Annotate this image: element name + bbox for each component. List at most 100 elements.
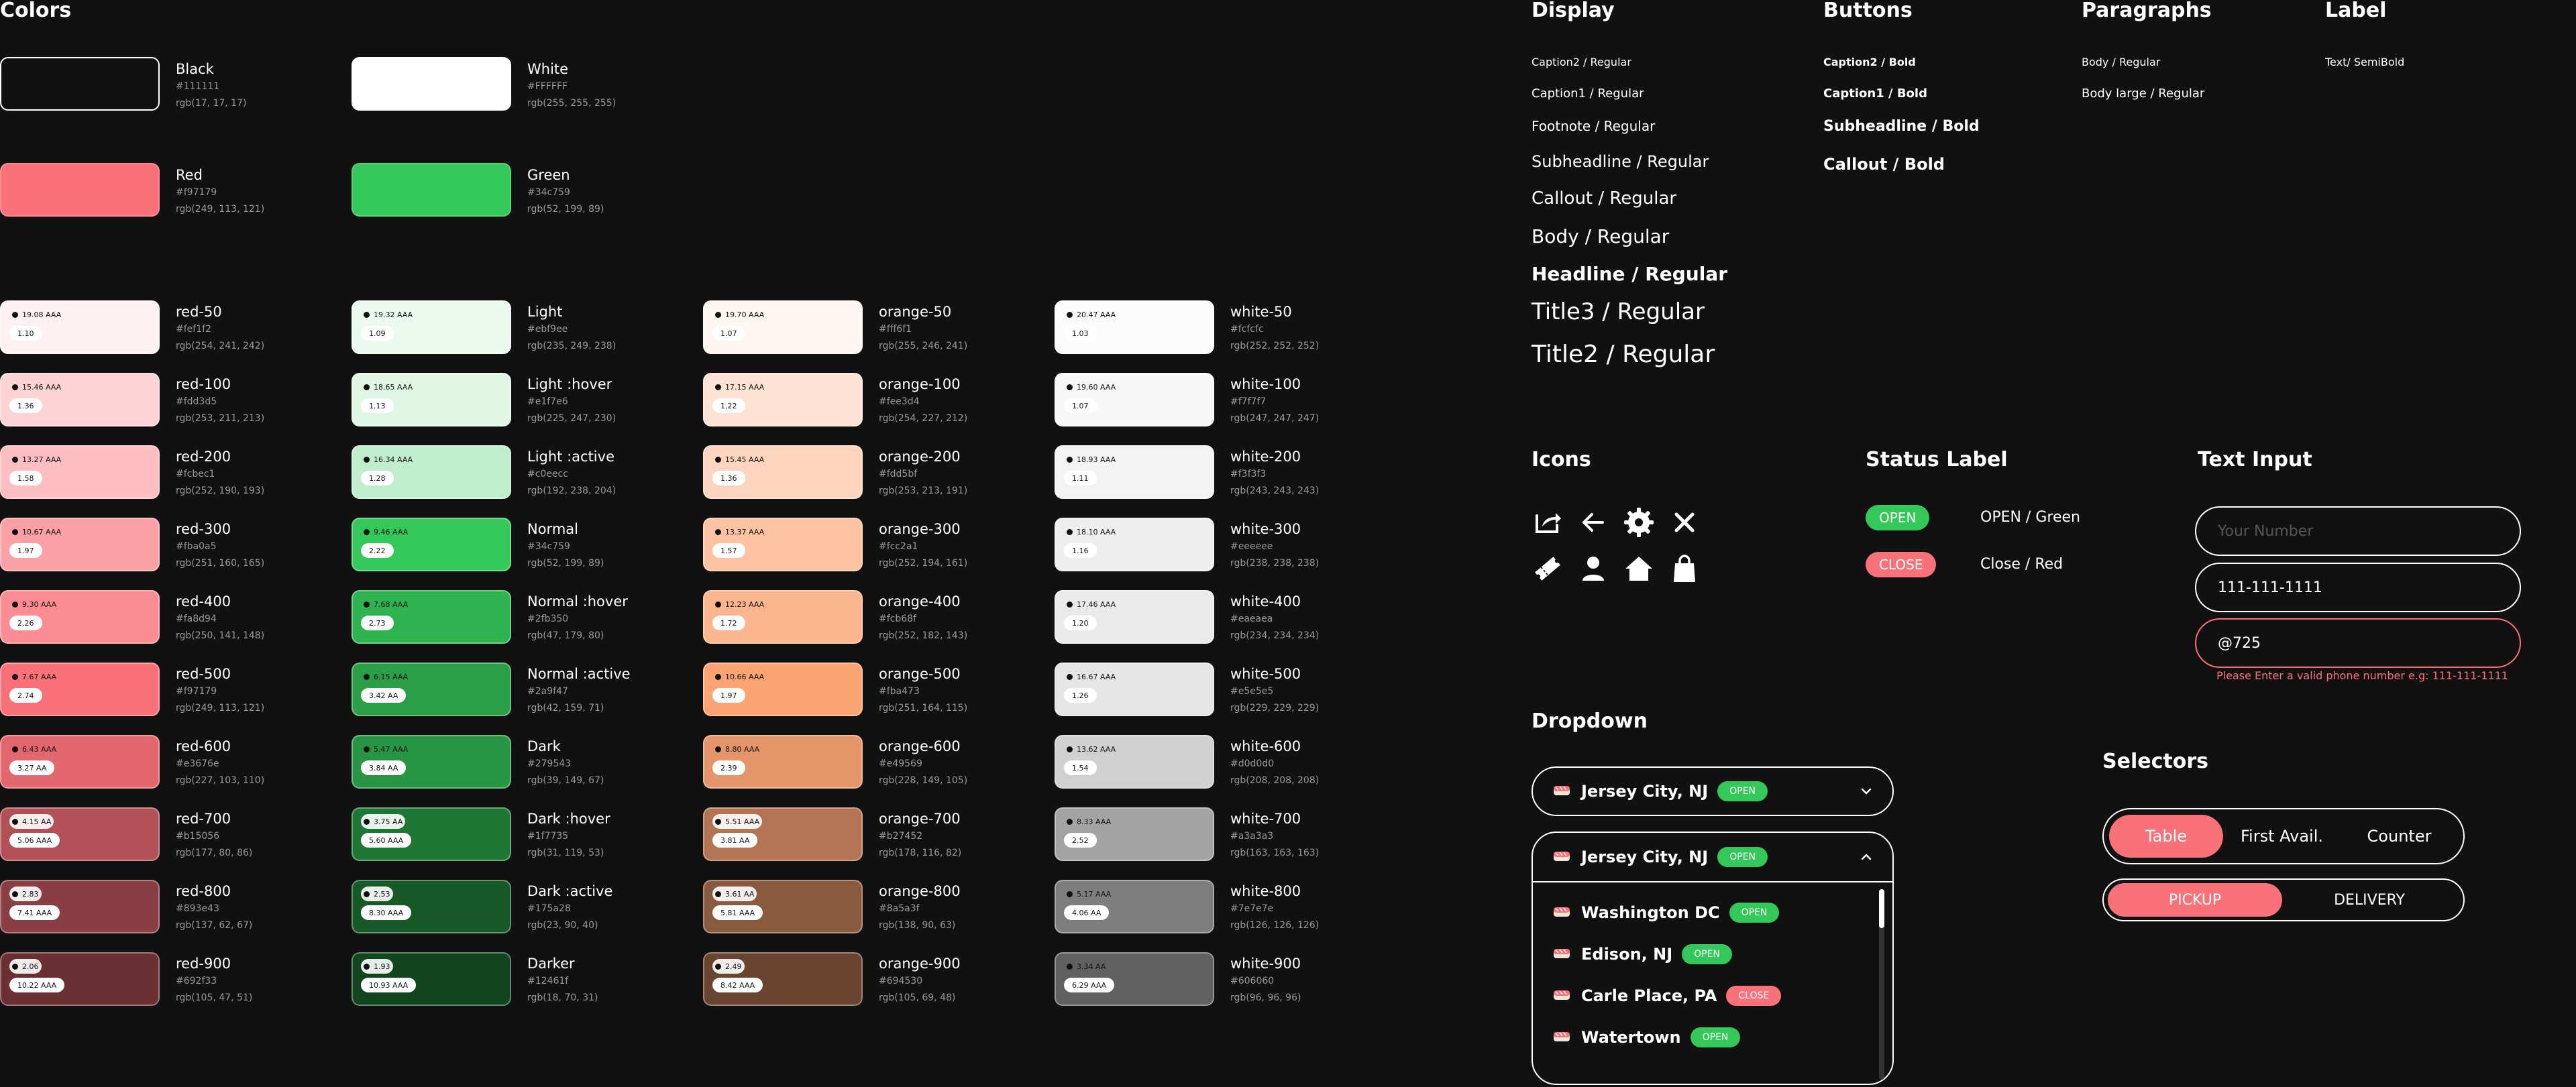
swatch-hex: #fcb68f xyxy=(879,614,916,624)
contrast-value: 1.22 xyxy=(720,401,737,410)
contrast-badges: 3.34 AA 6.29 AAA xyxy=(1064,959,1115,992)
selector-option[interactable]: Table xyxy=(2109,815,2223,858)
dropdown-option[interactable]: Carle Place, PA CLOSE xyxy=(1552,975,1874,1017)
contrast-badge-dark: 1.93 xyxy=(361,959,393,974)
color-chip: 20.47 AAA 1.03 xyxy=(1055,300,1214,354)
contrast-badge-dark: 19.70 AAA xyxy=(712,307,767,322)
contrast-badge-dark: 6.43 AAA xyxy=(9,742,59,756)
contrast-badges: 13.27 AAA 1.58 xyxy=(9,452,64,485)
dropdown-option[interactable]: Watertown OPEN xyxy=(1552,1017,1874,1058)
contrast-badge-dark: 9.46 AAA xyxy=(361,524,411,539)
contrast-value: 10.22 AAA xyxy=(17,980,57,990)
dropdown-option[interactable]: Washington DC OPEN xyxy=(1552,892,1874,933)
palette-label: white-200 #f3f3f3 rgb(243, 243, 243) xyxy=(1230,447,1319,500)
color-chip: 19.08 AAA 1.10 xyxy=(0,300,160,354)
contrast-badges: 5.47 AAA 3.84 AA xyxy=(361,742,411,775)
swatch-name: orange-50 xyxy=(879,304,952,320)
palette-row: 16.34 AAA 1.28 Light :active #c0eecc rgb(192… xyxy=(352,445,700,502)
color-swatch-label: White #FFFFFF rgb(255, 255, 255) xyxy=(527,60,616,112)
contrast-badges: 18.10 AAA 1.16 xyxy=(1064,524,1118,558)
palette-label: red-700 #b15056 rgb(177, 80, 86) xyxy=(176,809,252,862)
color-chip: 6.15 AAA 3.42 AA xyxy=(352,663,511,716)
phone-input-filled[interactable]: 111-111-1111 xyxy=(2195,563,2521,612)
dropdown-scrollbar[interactable] xyxy=(1879,889,1884,1080)
swatch-rgb: rgb(255, 246, 241) xyxy=(879,341,968,351)
dropdown-expanded[interactable]: Jersey City, NJ OPEN Washington DC OPEN Ed… xyxy=(1532,832,1894,1085)
selector-option[interactable]: PICKUP xyxy=(2108,883,2282,917)
contrast-badge-dark: 15.45 AAA xyxy=(712,452,767,467)
status-pill: OPEN xyxy=(1717,847,1768,867)
status-pill: OPEN xyxy=(1682,944,1732,964)
contrast-badges: 16.34 AAA 1.28 xyxy=(361,452,415,485)
contrast-value: 2.26 xyxy=(17,618,34,628)
swatch-hex: #893e43 xyxy=(176,903,219,914)
swatch-rgb: rgb(31, 119, 53) xyxy=(527,848,604,858)
selector-option[interactable]: Counter xyxy=(2341,815,2458,858)
contrast-badge-dark: 9.30 AAA xyxy=(9,597,59,612)
type-sample: Callout / Regular xyxy=(1532,188,1677,209)
swatch-name: white-500 xyxy=(1230,666,1301,682)
swatch-rgb: rgb(17, 17, 17) xyxy=(176,98,247,109)
type-sample: Body / Regular xyxy=(1532,225,1670,247)
color-swatch-green xyxy=(352,163,511,217)
color-chip: 18.65 AAA 1.13 xyxy=(352,373,511,426)
palette-label: Light :active #c0eecc rgb(192, 238, 204) xyxy=(527,447,616,500)
status-pill-open: OPEN xyxy=(1866,505,1930,530)
swatch-name: white-300 xyxy=(1230,521,1301,537)
swatch-rgb: rgb(243, 243, 243) xyxy=(1230,485,1320,496)
dropdown-collapsed[interactable]: Jersey City, NJ OPEN xyxy=(1532,766,1894,816)
swatch-hex: #f97179 xyxy=(176,187,217,198)
palette-row: 15.46 AAA 1.36 red-100 #fdd3d5 rgb(253, 211,… xyxy=(0,373,349,429)
contrast-value: 2.49 xyxy=(725,962,742,971)
ticket-icon xyxy=(1527,549,1568,589)
contrast-value: 17.15 AAA xyxy=(725,382,765,392)
swatch-rgb: rgb(254, 241, 242) xyxy=(176,341,265,351)
dot-icon xyxy=(715,311,721,318)
contrast-value: 3.27 AA xyxy=(17,763,47,773)
dot-icon xyxy=(364,456,370,463)
contrast-badges: 1.93 10.93 AAA xyxy=(361,959,417,992)
status-pill: CLOSE xyxy=(1726,986,1782,1006)
contrast-value: 10.93 AAA xyxy=(369,980,409,990)
palette-row: 6.43 AAA 3.27 AA red-600 #e3676e rgb(227, 10… xyxy=(0,735,349,791)
selector-option[interactable]: DELIVERY xyxy=(2282,883,2457,917)
contrast-badge-dark: 2.06 xyxy=(9,959,42,974)
color-chip: 3.61 AA 5.81 AAA xyxy=(703,880,863,933)
dot-icon xyxy=(364,963,370,970)
contrast-badges: 6.15 AAA 3.42 AA xyxy=(361,669,411,703)
selector-option[interactable]: First Avail. xyxy=(2223,815,2341,858)
swatch-name: Black xyxy=(176,61,214,77)
swatch-hex: #b27452 xyxy=(879,831,923,842)
contrast-badges: 4.15 AA 5.06 AAA xyxy=(9,814,60,848)
swatch-name: white-200 xyxy=(1230,449,1301,465)
dropdown-header[interactable]: Jersey City, NJ OPEN xyxy=(1533,833,1892,882)
contrast-badge-dark: 7.67 AAA xyxy=(9,669,59,684)
phone-input-error[interactable]: @725 xyxy=(2195,618,2521,668)
swatch-hex: #fef1f2 xyxy=(176,324,211,335)
dropdown-scroll-thumb[interactable] xyxy=(1879,889,1884,928)
palette-label: red-800 #893e43 rgb(137, 62, 67) xyxy=(176,882,252,934)
swatch-hex: #fcc2a1 xyxy=(879,541,918,552)
order-type-selector: PICKUP DELIVERY xyxy=(2102,878,2465,921)
phone-input-empty[interactable]: Your Number xyxy=(2195,506,2521,556)
contrast-badge-dark: 4.15 AA xyxy=(9,814,54,829)
swatch-hex: #f3f3f3 xyxy=(1230,469,1267,479)
status-pill-close: CLOSE xyxy=(1866,552,1937,577)
swatch-hex: #279543 xyxy=(527,758,572,769)
contrast-value: 18.93 AAA xyxy=(1077,455,1116,464)
swatch-rgb: rgb(249, 113, 121) xyxy=(176,703,265,713)
contrast-badge-dark: 16.34 AAA xyxy=(361,452,415,467)
swatch-name: Light xyxy=(527,304,563,320)
swatch-hex: #a3a3a3 xyxy=(1230,831,1274,842)
dropdown-selected-location: Jersey City, NJ xyxy=(1581,782,1709,801)
contrast-badges: 15.46 AAA 1.36 xyxy=(9,380,64,413)
dropdown-option-location: Carle Place, PA xyxy=(1581,986,1717,1005)
palette-row: 5.51 AAA 3.81 AA orange-700 #b27452 rgb(178,… xyxy=(703,807,1052,864)
dropdown-option[interactable]: Edison, NJ OPEN xyxy=(1552,933,1874,975)
icons-title: Icons xyxy=(1532,448,1591,471)
contrast-badge-light: 7.41 AAA xyxy=(9,905,60,920)
contrast-value: 12.23 AAA xyxy=(725,599,765,609)
contrast-badges: 2.49 8.42 AAA xyxy=(712,959,763,992)
contrast-badge-dark: 3.61 AA xyxy=(712,886,757,901)
palette-label: Dark :active #175a28 rgb(23, 90, 40) xyxy=(527,882,612,934)
